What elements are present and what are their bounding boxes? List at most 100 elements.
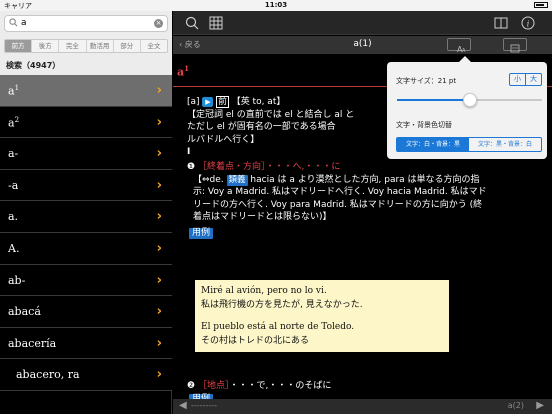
headword: a1 [177,64,189,79]
sense-2-heading: ❷ ［地点］・・・で,・・・のそばに [187,380,549,393]
origin: 【英 to, at】 [231,97,286,107]
list-item[interactable]: abacá › [0,296,172,328]
search-mode-exact[interactable]: 完全 [59,40,87,52]
sense-number: ❶ [187,161,196,172]
headword-sup: 1 [184,64,190,73]
list-item-word: abacería [8,336,57,350]
search-mode-conjugation[interactable]: 動活用 [86,40,114,52]
example-ja: 私は飛行機の方を見たが, 見えなかった. [201,300,363,310]
display-settings-popover: 文字サイズ：21 pt 小 大 文字・背景色切替 文字：白・背景：黒 文字：黒・… [387,56,547,159]
prev-arrow-icon[interactable]: ◀ [179,400,187,411]
scheme-white-on-black[interactable]: 文字：白・背景：黒 [397,138,469,151]
list-item[interactable]: abacería › [0,327,172,360]
search-header: a × 前方 後方 完全 動活用 部分 全文 検索（4947） [0,11,172,75]
entry-bottom-bar: ◀ --------- a(2) ▶ [173,399,552,414]
sense-1-line-3: リードの方へ行く. Voy para Madrid. 私はマドリードの方に向かう… [193,199,483,210]
info-icon[interactable]: i [521,16,535,30]
part-of-speech: 前 [216,96,229,108]
chevron-right-icon: › [156,335,162,351]
color-scheme-control: 文字：白・背景：黒 文字：黒・背景：白 [396,137,542,152]
result-count: 検索（4947） [6,61,61,70]
list-item-sup: 1 [14,84,20,92]
chevron-right-icon: › [156,177,162,193]
next-entry[interactable]: a(2) [508,401,524,410]
list-item-word: -a [8,178,19,192]
scheme-black-on-white[interactable]: 文字：黒・背景：白 [469,138,541,151]
list-item-word: a- [8,147,19,161]
sense-1-line-1: 【⇔de. 類義 hacia は a より漠然とした方向, para は単なる方… [193,174,480,186]
search-mode-partial[interactable]: 部分 [113,40,141,52]
list-item-word: ab- [8,273,26,287]
sense-2: ❷ ［地点］・・・で,・・・のそばに 用例 [187,380,549,399]
chevron-right-icon: › [156,240,162,256]
list-item-word: a. [8,210,19,224]
search-mode-control: 前方 後方 完全 動活用 部分 全文 [4,39,168,53]
status-bar: キャリア 11:03 [0,0,552,11]
sense-gloss: ・・・へ,・・・に [265,161,341,172]
search-panel: a × 前方 後方 完全 動活用 部分 全文 検索（4947） a1 › a2 … [0,11,172,414]
result-list: a1 › a2 › a- › -a › a. › A. › ab- › abac… [0,75,172,391]
search-icon[interactable] [185,16,199,30]
font-size-label: 文字サイズ：21 pt [396,77,457,85]
search-mode-suffix[interactable]: 後方 [32,40,60,52]
list-item-word: abacá [8,305,41,319]
battery-icon [532,1,548,9]
example-tag[interactable]: 用例 [189,227,214,239]
list-item[interactable]: A. › [0,232,172,265]
search-mode-fulltext[interactable]: 全文 [140,40,167,52]
chevron-right-icon: › [156,304,162,320]
grid-icon[interactable] [209,16,223,30]
color-scheme-label: 文字・背景色切替 [396,121,452,129]
example-box: Miré al avión, pero no lo vi. 私は飛行機の方を見た… [195,280,449,352]
slider-fill [397,99,470,101]
sense-gloss: ・・・で,・・・のそばに [229,381,332,391]
bookmark-button[interactable] [503,38,527,53]
search-input[interactable]: a × [4,15,168,32]
sense-label: ［地点］ [197,381,230,391]
list-item-word: A. [8,241,20,255]
bookmark-icon [510,44,520,53]
list-item[interactable]: a- › [0,138,172,170]
list-item[interactable]: a1 › [0,75,172,107]
font-smaller-button[interactable]: 小 [510,74,526,85]
list-item[interactable]: a2 › [0,106,172,139]
search-icon [9,18,18,27]
book-icon[interactable] [494,16,508,30]
chevron-right-icon: › [156,367,162,383]
chevron-right-icon: › [156,272,162,288]
font-size-icon: A A [457,45,466,54]
font-size-stepper: 小 大 [509,73,542,86]
top-toolbar: i [173,11,552,35]
chevron-right-icon: › [156,209,162,225]
clear-icon[interactable]: × [154,19,163,28]
list-item[interactable]: abacero, ra › [0,359,172,391]
sense-1-line-4: 着点はマドリードとは限らない)】 [193,212,332,223]
svg-text:i: i [527,20,530,29]
search-value: a [21,18,27,28]
list-item[interactable]: a. › [0,201,172,233]
chevron-right-icon: › [156,83,162,98]
status-time: 11:03 [264,1,288,9]
example-es: Miré al avión, pero no lo vi. [201,286,327,296]
entry-title: a(1) [353,39,372,49]
font-settings-button[interactable]: A A [447,38,471,54]
sense-label: ［終着点・方向］ [197,161,266,172]
font-size-slider[interactable] [397,93,542,107]
list-item-word: abacero, ra [16,368,80,382]
list-item[interactable]: ab- › [0,264,172,297]
sense-number: ❷ [187,381,196,391]
pronunciation: [a] [187,97,200,107]
entry-navbar: ‹ 戻る a(1) A A [173,36,552,54]
prev-entry[interactable]: --------- [191,401,217,410]
font-larger-button[interactable]: 大 [526,74,541,85]
search-mode-prefix[interactable]: 前方 [5,40,33,52]
example-tag-row: 用例 [187,227,549,240]
next-arrow-icon[interactable]: ▶ [536,400,544,411]
chevron-right-icon: › [156,114,162,130]
slider-thumb[interactable] [462,93,477,107]
example-ja: その村はトレドの北にある [201,336,310,346]
play-audio-icon[interactable]: ▶ [202,97,214,107]
list-item[interactable]: -a › [0,169,172,202]
synonym-tag: 類義 [226,174,248,186]
example-es: El pueblo está al norte de Toledo. [201,322,355,332]
